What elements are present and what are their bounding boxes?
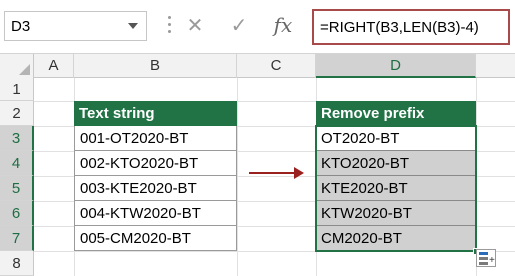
row-header-8[interactable]: 8 (0, 251, 34, 276)
result-header-cell[interactable]: Remove prefix (316, 101, 476, 126)
result-cell-d6[interactable]: KTW2020-BT (316, 201, 476, 226)
column-header-b[interactable]: B (74, 54, 237, 78)
column-header-row: A B C D (0, 53, 515, 78)
select-all-corner[interactable] (0, 54, 34, 78)
row-header-4[interactable]: 4 (0, 151, 34, 176)
row-header-7[interactable]: 7 (0, 226, 34, 251)
drag-handle[interactable] (168, 16, 172, 36)
source-cell-b4[interactable]: 002-KTO2020-BT (74, 151, 237, 176)
arrow-right-icon (294, 167, 304, 179)
result-cell-d4[interactable]: KTO2020-BT (316, 151, 476, 176)
arrow-line (249, 172, 295, 174)
name-box-value: D3 (11, 18, 31, 35)
source-header-cell[interactable]: Text string (74, 101, 237, 126)
select-all-icon (19, 64, 30, 75)
column-header-a[interactable]: A (34, 54, 74, 78)
cancel-icon[interactable]: ✕ (180, 10, 210, 40)
row-header-3[interactable]: 3 (0, 126, 34, 151)
formula-bar: D3 ✕ ✓ fx =RIGHT(B3,LEN(B3)-4) (0, 0, 515, 53)
row-header-6[interactable]: 6 (0, 201, 34, 226)
quick-analysis-icon[interactable]: + (476, 249, 496, 267)
formula-input[interactable]: =RIGHT(B3,LEN(B3)-4) (312, 9, 510, 45)
name-box[interactable]: D3 (4, 11, 147, 41)
column-header-d[interactable]: D (316, 54, 476, 78)
fx-icon[interactable]: fx (266, 10, 300, 40)
source-cell-b7[interactable]: 005-CM2020-BT (74, 226, 237, 251)
chevron-down-icon[interactable] (128, 23, 138, 29)
result-cell-d3[interactable]: OT2020-BT (316, 126, 476, 151)
result-cell-d7[interactable]: CM2020-BT (316, 226, 476, 251)
row-header-1[interactable]: 1 (0, 78, 34, 101)
source-cell-b6[interactable]: 004-KTW2020-BT (74, 201, 237, 226)
formula-text: =RIGHT(B3,LEN(B3)-4) (320, 19, 479, 36)
row-header-5[interactable]: 5 (0, 176, 34, 201)
source-cell-b5[interactable]: 003-KTE2020-BT (74, 176, 237, 201)
enter-icon[interactable]: ✓ (224, 10, 254, 40)
source-cell-b3[interactable]: 001-OT2020-BT (74, 126, 237, 151)
column-header-c[interactable]: C (237, 54, 316, 78)
result-cell-d5[interactable]: KTE2020-BT (316, 176, 476, 201)
row-header-2[interactable]: 2 (0, 101, 34, 126)
